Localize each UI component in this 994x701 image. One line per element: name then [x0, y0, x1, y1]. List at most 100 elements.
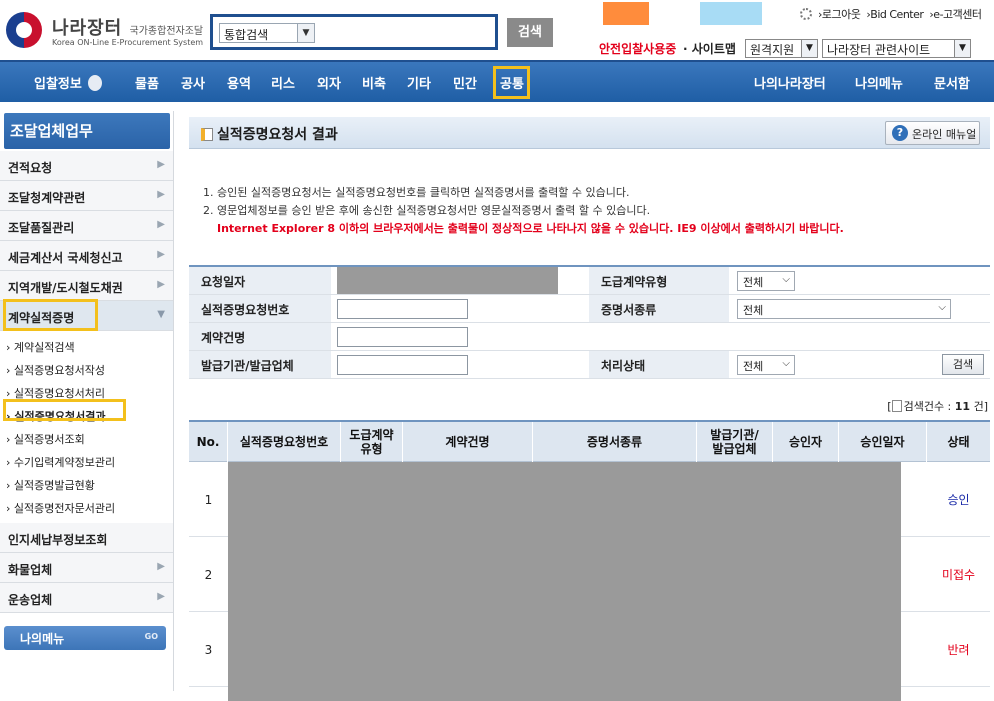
sidebar-subitem-search[interactable]: › 계약실적검색 [0, 335, 173, 358]
mouse-icon [87, 75, 102, 91]
contract-type-select[interactable]: 전체 ⌵ [737, 271, 795, 291]
go-label: GO [144, 632, 158, 641]
nav-doc-box[interactable]: 문서함 [934, 73, 970, 92]
result-count: [검색건수 : 11 건] [887, 398, 988, 414]
logo-subtitle: Korea ON-Line E-Procurement System [52, 38, 204, 47]
nav-private[interactable]: 민간 [453, 73, 477, 92]
cert-type-select[interactable]: 전체 ⌵ [737, 299, 951, 319]
nav-service[interactable]: 용역 [227, 73, 251, 92]
header: 나라장터 국가종합전자조달 Korea ON-Line E-Procuremen… [0, 0, 994, 60]
row-status: 승인 [947, 493, 970, 507]
form-row: 계약건명 [189, 323, 990, 351]
question-icon: ? [892, 125, 908, 141]
logo-emblem-icon[interactable] [6, 12, 42, 48]
nav-construction[interactable]: 공사 [181, 73, 205, 92]
related-sites-select[interactable]: 나라장터 관련사이트 ▼ [822, 39, 971, 58]
nav-my-nara[interactable]: 나의나라장터 [754, 73, 826, 92]
customer-center-link[interactable]: ›e-고객센터 [929, 8, 982, 21]
sidebar-item-label: 운송업체 [8, 593, 53, 607]
sidebar-menu: 견적요청 ▶ 조달청계약관련 ▶ 조달품질관리 ▶ 세금계산서 국세청신고 ▶ 지역개발… [0, 151, 173, 613]
status-label: 처리상태 [589, 351, 729, 378]
col-contract-name: 계약건명 [403, 422, 533, 462]
page-title: 실적증명요청서 결과 [201, 124, 338, 144]
my-menu-label: 나의메뉴 [20, 632, 65, 646]
sidebar-subitem-write[interactable]: › 실적증명요청서작성 [0, 358, 173, 381]
sidebar-subitem-manual-entry[interactable]: › 수기입력계약정보관리 [0, 450, 173, 473]
sidebar-item-bonds[interactable]: 지역개발/도시철도채권 ▶ [0, 271, 173, 301]
cert-type-value: 전체 [743, 304, 764, 317]
orange-banner[interactable] [603, 2, 649, 25]
current-page-highlight [3, 399, 126, 421]
search-button[interactable]: 검색 [507, 18, 553, 47]
nav-lease[interactable]: 리스 [271, 73, 295, 92]
sidebar-item-cargo[interactable]: 화물업체 ▶ [0, 553, 173, 583]
logo-title[interactable]: 나라장터 국가종합전자조달 [52, 14, 203, 40]
issuer-input[interactable] [337, 355, 468, 375]
blue-banner[interactable] [700, 2, 762, 25]
status-value: 전체 [743, 360, 764, 373]
active-menu-highlight [3, 299, 98, 331]
sitemap-link[interactable]: · 사이트맵 [683, 40, 736, 57]
my-menu-button[interactable]: 나의메뉴 GO [4, 626, 166, 650]
row-status: 반려 [947, 643, 970, 657]
row-no: 2 [204, 567, 213, 582]
nav-my-menu[interactable]: 나의메뉴 [855, 73, 903, 92]
col-issuer: 발급기관/ 발급업체 [697, 422, 773, 462]
sidebar-item-label: 세금계산서 국세청신고 [8, 251, 123, 265]
sidebar-title: 조달업체업무 [4, 113, 170, 149]
sidebar-item-quote-request[interactable]: 견적요청 ▶ [0, 151, 173, 181]
nav-stockpile[interactable]: 비축 [362, 73, 386, 92]
top-links: ›로그아웃 ›Bid Center ›e-고객센터 [800, 6, 988, 22]
sidebar-item-label: 조달품질관리 [8, 221, 75, 235]
notice-list: 1. 승인된 실적증명요청서는 실적증명요청번호를 클릭하면 실적증명서를 출력… [203, 184, 844, 238]
page-title-text: 실적증명요청서 결과 [217, 127, 338, 143]
sidebar-item-stamp-tax[interactable]: 인지세납부정보조회 [0, 523, 173, 553]
sidebar-item-quality[interactable]: 조달품질관리 ▶ [0, 211, 173, 241]
chevron-down-icon: ▼ [297, 24, 314, 42]
chevron-right-icon: ▶ [157, 249, 165, 260]
nav-foreign[interactable]: 외자 [317, 73, 341, 92]
col-status: 상태 [947, 435, 970, 449]
row-status: 미접수 [941, 568, 976, 582]
logout-link[interactable]: ›로그아웃 [818, 8, 861, 21]
sidebar-subitem-issue-status[interactable]: › 실적증명발급현황 [0, 473, 173, 496]
chevron-down-icon: ▼ [954, 40, 970, 57]
sidebar-subitem-cert-view[interactable]: › 실적증명서조회 [0, 427, 173, 450]
col-no: No. [189, 422, 228, 462]
col-cert-type: 증명서종류 [533, 422, 697, 462]
search-scope-select[interactable]: 통합검색 ▼ [219, 23, 315, 43]
document-icon [891, 400, 902, 412]
status-select[interactable]: 전체 ⌵ [737, 355, 795, 375]
sidebar-item-pps-contract[interactable]: 조달청계약관련 ▶ [0, 181, 173, 211]
chevron-right-icon: ▶ [157, 219, 165, 230]
count-label: 검색건수 : [903, 400, 952, 413]
page-header: 실적증명요청서 결과 ? 온라인 매뉴얼 [189, 117, 990, 149]
col-contract-type: 도급계약 유형 [341, 422, 403, 462]
sidebar-item-tax-invoice[interactable]: 세금계산서 국세청신고 ▶ [0, 241, 173, 271]
notice-2: 2. 영문업체정보를 승인 받은 후에 송신한 실적증명요청서만 영문실적증명서… [203, 204, 651, 217]
chevron-down-icon: ⌵ [782, 358, 790, 369]
sidebar-item-transport[interactable]: 운송업체 ▶ [0, 583, 173, 613]
cert-type-label: 증명서종류 [589, 295, 729, 322]
sidebar-item-label: 인지세납부정보조회 [8, 533, 108, 547]
col-approval-date: 승인일자 [839, 422, 927, 462]
main-nav: 입찰정보 물품 공사 용역 리스 외자 비축 기타 민간 공통 나의나라장터 나… [0, 60, 994, 102]
contract-name-input[interactable] [337, 327, 468, 347]
sidebar-item-label: 조달청계약관련 [8, 191, 86, 205]
form-search-button[interactable]: 검색 [942, 354, 984, 375]
sidebar-subitem-edoc[interactable]: › 실적증명전자문서관리 [0, 496, 173, 519]
remote-support-select[interactable]: 원격지원 ▼ [745, 39, 818, 58]
online-manual-button[interactable]: ? 온라인 매뉴얼 [885, 121, 980, 145]
nav-bid-info[interactable]: 입찰정보 [34, 73, 102, 92]
form-row: 실적증명요청번호 증명서종류 전체 ⌵ [189, 295, 990, 323]
request-no-input[interactable] [337, 299, 468, 319]
bid-center-link[interactable]: ›Bid Center [866, 8, 924, 21]
nav-goods[interactable]: 물품 [135, 73, 159, 92]
col-approver: 승인자 [773, 422, 839, 462]
request-no-label: 실적증명요청번호 [189, 295, 331, 322]
table-header: No. 실적증명요청번호 도급계약 유형 계약건명 증명서종류 발급기관/ 발급… [189, 420, 990, 462]
nav-etc[interactable]: 기타 [407, 73, 431, 92]
count-value: 11 [954, 400, 971, 413]
nav-bid-info-label: 입찰정보 [34, 77, 82, 92]
safe-bidding-link[interactable]: 안전입찰사용중 [599, 40, 676, 57]
